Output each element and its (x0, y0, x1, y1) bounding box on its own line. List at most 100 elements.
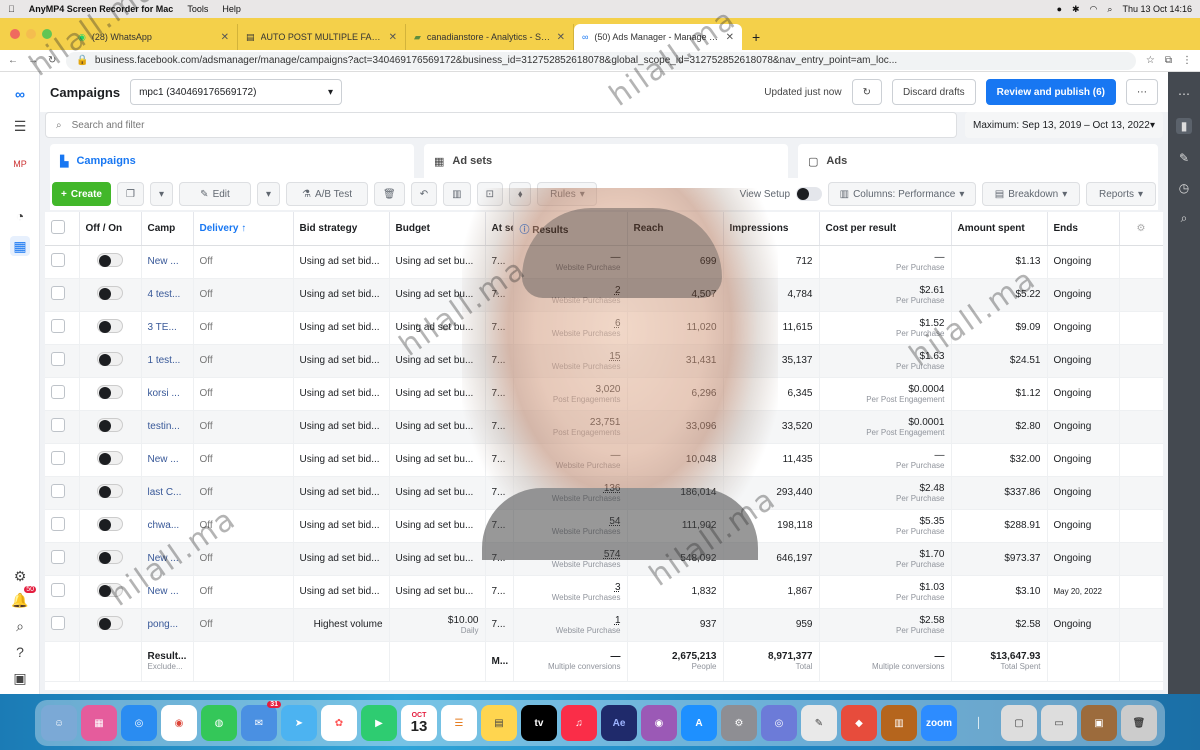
breakdown-button[interactable]: ▤ Breakdown ▾ (982, 182, 1080, 206)
preview-app-icon[interactable]: ✎ (801, 705, 837, 741)
campaign-name-link[interactable]: last C... (148, 487, 182, 498)
maps-icon[interactable]: ➤ (281, 705, 317, 741)
table-row[interactable]: last C... Off Using ad set bid... Using ad … (45, 476, 1163, 510)
account-avatar[interactable]: MP (10, 154, 30, 174)
new-tab-button[interactable]: + (742, 24, 770, 50)
col-header-amount-spent[interactable]: Amount spent (951, 212, 1048, 246)
row-select-cell[interactable] (45, 443, 80, 477)
row-select-cell[interactable] (45, 278, 80, 312)
row-checkbox[interactable] (51, 385, 65, 399)
refresh-button[interactable]: ↻ (851, 79, 882, 105)
campaign-name-link[interactable]: New ... (148, 256, 179, 267)
menubar-datetime[interactable]: Thu 13 Oct 14:16 (1122, 4, 1192, 14)
campaign-name-cell[interactable]: New ... (141, 443, 194, 477)
row-select-cell[interactable] (45, 476, 80, 510)
campaign-name-cell[interactable]: New ... (141, 245, 194, 279)
col-header-offon[interactable]: Off / On (79, 212, 142, 246)
campaign-name-link[interactable]: pong... (148, 619, 179, 630)
campaign-toggle[interactable] (97, 352, 123, 366)
row-checkbox[interactable] (51, 418, 65, 432)
trash-can-icon[interactable]: 🗑 (1121, 705, 1157, 741)
row-toggle-cell[interactable] (79, 278, 142, 312)
more-options-button[interactable]: ⋯ (1126, 79, 1158, 105)
row-toggle-cell[interactable] (79, 377, 142, 411)
col-header-impressions[interactable]: Impressions (723, 212, 820, 246)
row-toggle-cell[interactable] (79, 245, 142, 279)
back-icon[interactable]: ← (8, 55, 18, 66)
reports-button[interactable]: Reports ▾ (1086, 182, 1156, 206)
campaign-toggle[interactable] (97, 418, 123, 432)
appletv-icon[interactable]: tv (521, 705, 557, 741)
wifi-icon[interactable]: ◠ (1090, 4, 1098, 15)
row-toggle-cell[interactable] (79, 575, 142, 609)
facetime-icon[interactable]: ▶ (361, 705, 397, 741)
tab-campaigns[interactable]: ▙ Campaigns (50, 144, 414, 178)
row-toggle-cell[interactable] (79, 443, 142, 477)
safari-icon[interactable]: ◎ (121, 705, 157, 741)
col-header-campaign[interactable]: Camp (141, 212, 194, 246)
row-select-cell[interactable] (45, 377, 80, 411)
col-header-budget[interactable]: Budget (389, 212, 486, 246)
table-row[interactable]: 4 test... Off Using ad set bid... Using ad … (45, 278, 1163, 312)
col-header-cost-per-result[interactable]: Cost per result (819, 212, 952, 246)
campaign-toggle[interactable] (97, 616, 123, 630)
browser-tab[interactable]: ▤AUTO POST MULTIPLE FACEBOOK✕ (238, 24, 406, 50)
table-row[interactable]: pong... Off Highest volume $10.00 Daily 7... 1… (45, 608, 1163, 642)
campaign-toggle[interactable] (97, 385, 123, 399)
view-setup-toggle[interactable] (796, 187, 822, 201)
zoom-window-button[interactable] (42, 29, 52, 39)
row-select-cell[interactable] (45, 542, 80, 576)
campaign-name-link[interactable]: New ... (148, 553, 179, 564)
row-select-cell[interactable] (45, 344, 80, 378)
row-toggle-cell[interactable] (79, 410, 142, 444)
browser-tab-active[interactable]: ∞ (50) Ads Manager - Manage ads ✕ (574, 24, 742, 50)
row-select-cell[interactable] (45, 509, 80, 543)
close-tab-icon[interactable]: ✕ (389, 32, 397, 43)
col-header-delivery[interactable]: Delivery ↑ (193, 212, 294, 246)
settings-icon[interactable]: ⚙ (10, 566, 30, 586)
zoom-icon[interactable]: ⌕ (1176, 210, 1192, 226)
spotlight-icon[interactable]: ⌕ (1107, 4, 1112, 15)
row-checkbox[interactable] (51, 484, 65, 498)
campaign-name-cell[interactable]: 4 test... (141, 278, 194, 312)
campaign-name-link[interactable]: korsi ... (148, 388, 180, 399)
menu-icon[interactable]: ⋮ (1182, 55, 1192, 66)
delete-button[interactable]: 🗑 (374, 182, 405, 206)
col-header-bid-strategy[interactable]: Bid strategy (293, 212, 390, 246)
row-toggle-cell[interactable] (79, 344, 142, 378)
row-select-cell[interactable] (45, 311, 80, 345)
search-icon[interactable]: ⌕ (10, 616, 30, 636)
extension-icon[interactable]: ⧉ (1165, 55, 1172, 66)
downloads-icon[interactable]: ▢ (1001, 705, 1037, 741)
url-field[interactable]: 🔒 business.facebook.com/adsmanager/manage… (66, 51, 1136, 70)
campaign-name-link[interactable]: testin... (148, 421, 180, 432)
anydesk-icon[interactable]: ◆ (841, 705, 877, 741)
row-checkbox[interactable] (51, 583, 65, 597)
row-checkbox[interactable] (51, 550, 65, 564)
date-range-picker[interactable]: Maximum: Sep 13, 2019 – Oct 13, 2022 ▾ (965, 112, 1163, 138)
select-all-header[interactable] (45, 212, 80, 246)
row-select-cell[interactable] (45, 410, 80, 444)
row-toggle-cell[interactable] (79, 311, 142, 345)
forward-icon[interactable]: → (28, 55, 38, 66)
row-checkbox[interactable] (51, 352, 65, 366)
col-header-attribution[interactable]: At sett (485, 212, 514, 246)
campaign-toggle[interactable] (97, 484, 123, 498)
notifications-icon[interactable]: 🔔 50 (10, 586, 36, 610)
campaign-name-cell[interactable]: last C... (141, 476, 194, 510)
photos-icon[interactable]: ✿ (321, 705, 357, 741)
chrome-icon[interactable]: ◉ (161, 705, 197, 741)
col-header-ends[interactable]: Ends (1047, 212, 1120, 246)
row-checkbox[interactable] (51, 319, 65, 333)
campaign-name-cell[interactable]: 3 TE... (141, 311, 194, 345)
archive-button[interactable]: ▥ (443, 182, 471, 206)
recent-file-icon[interactable]: ▭ (1041, 705, 1077, 741)
close-tab-icon[interactable]: ✕ (221, 32, 229, 43)
table-row[interactable]: 1 test... Off Using ad set bid... Using ad … (45, 344, 1163, 378)
appstore-icon[interactable]: A (681, 705, 717, 741)
row-checkbox[interactable] (51, 517, 65, 531)
table-row[interactable]: testin... Off Using ad set bid... Using ad … (45, 410, 1163, 444)
table-row[interactable]: New ... Off Using ad set bid... Using ad se… (45, 542, 1163, 576)
row-toggle-cell[interactable] (79, 608, 142, 642)
preview-button[interactable]: ⊡ (476, 182, 503, 206)
